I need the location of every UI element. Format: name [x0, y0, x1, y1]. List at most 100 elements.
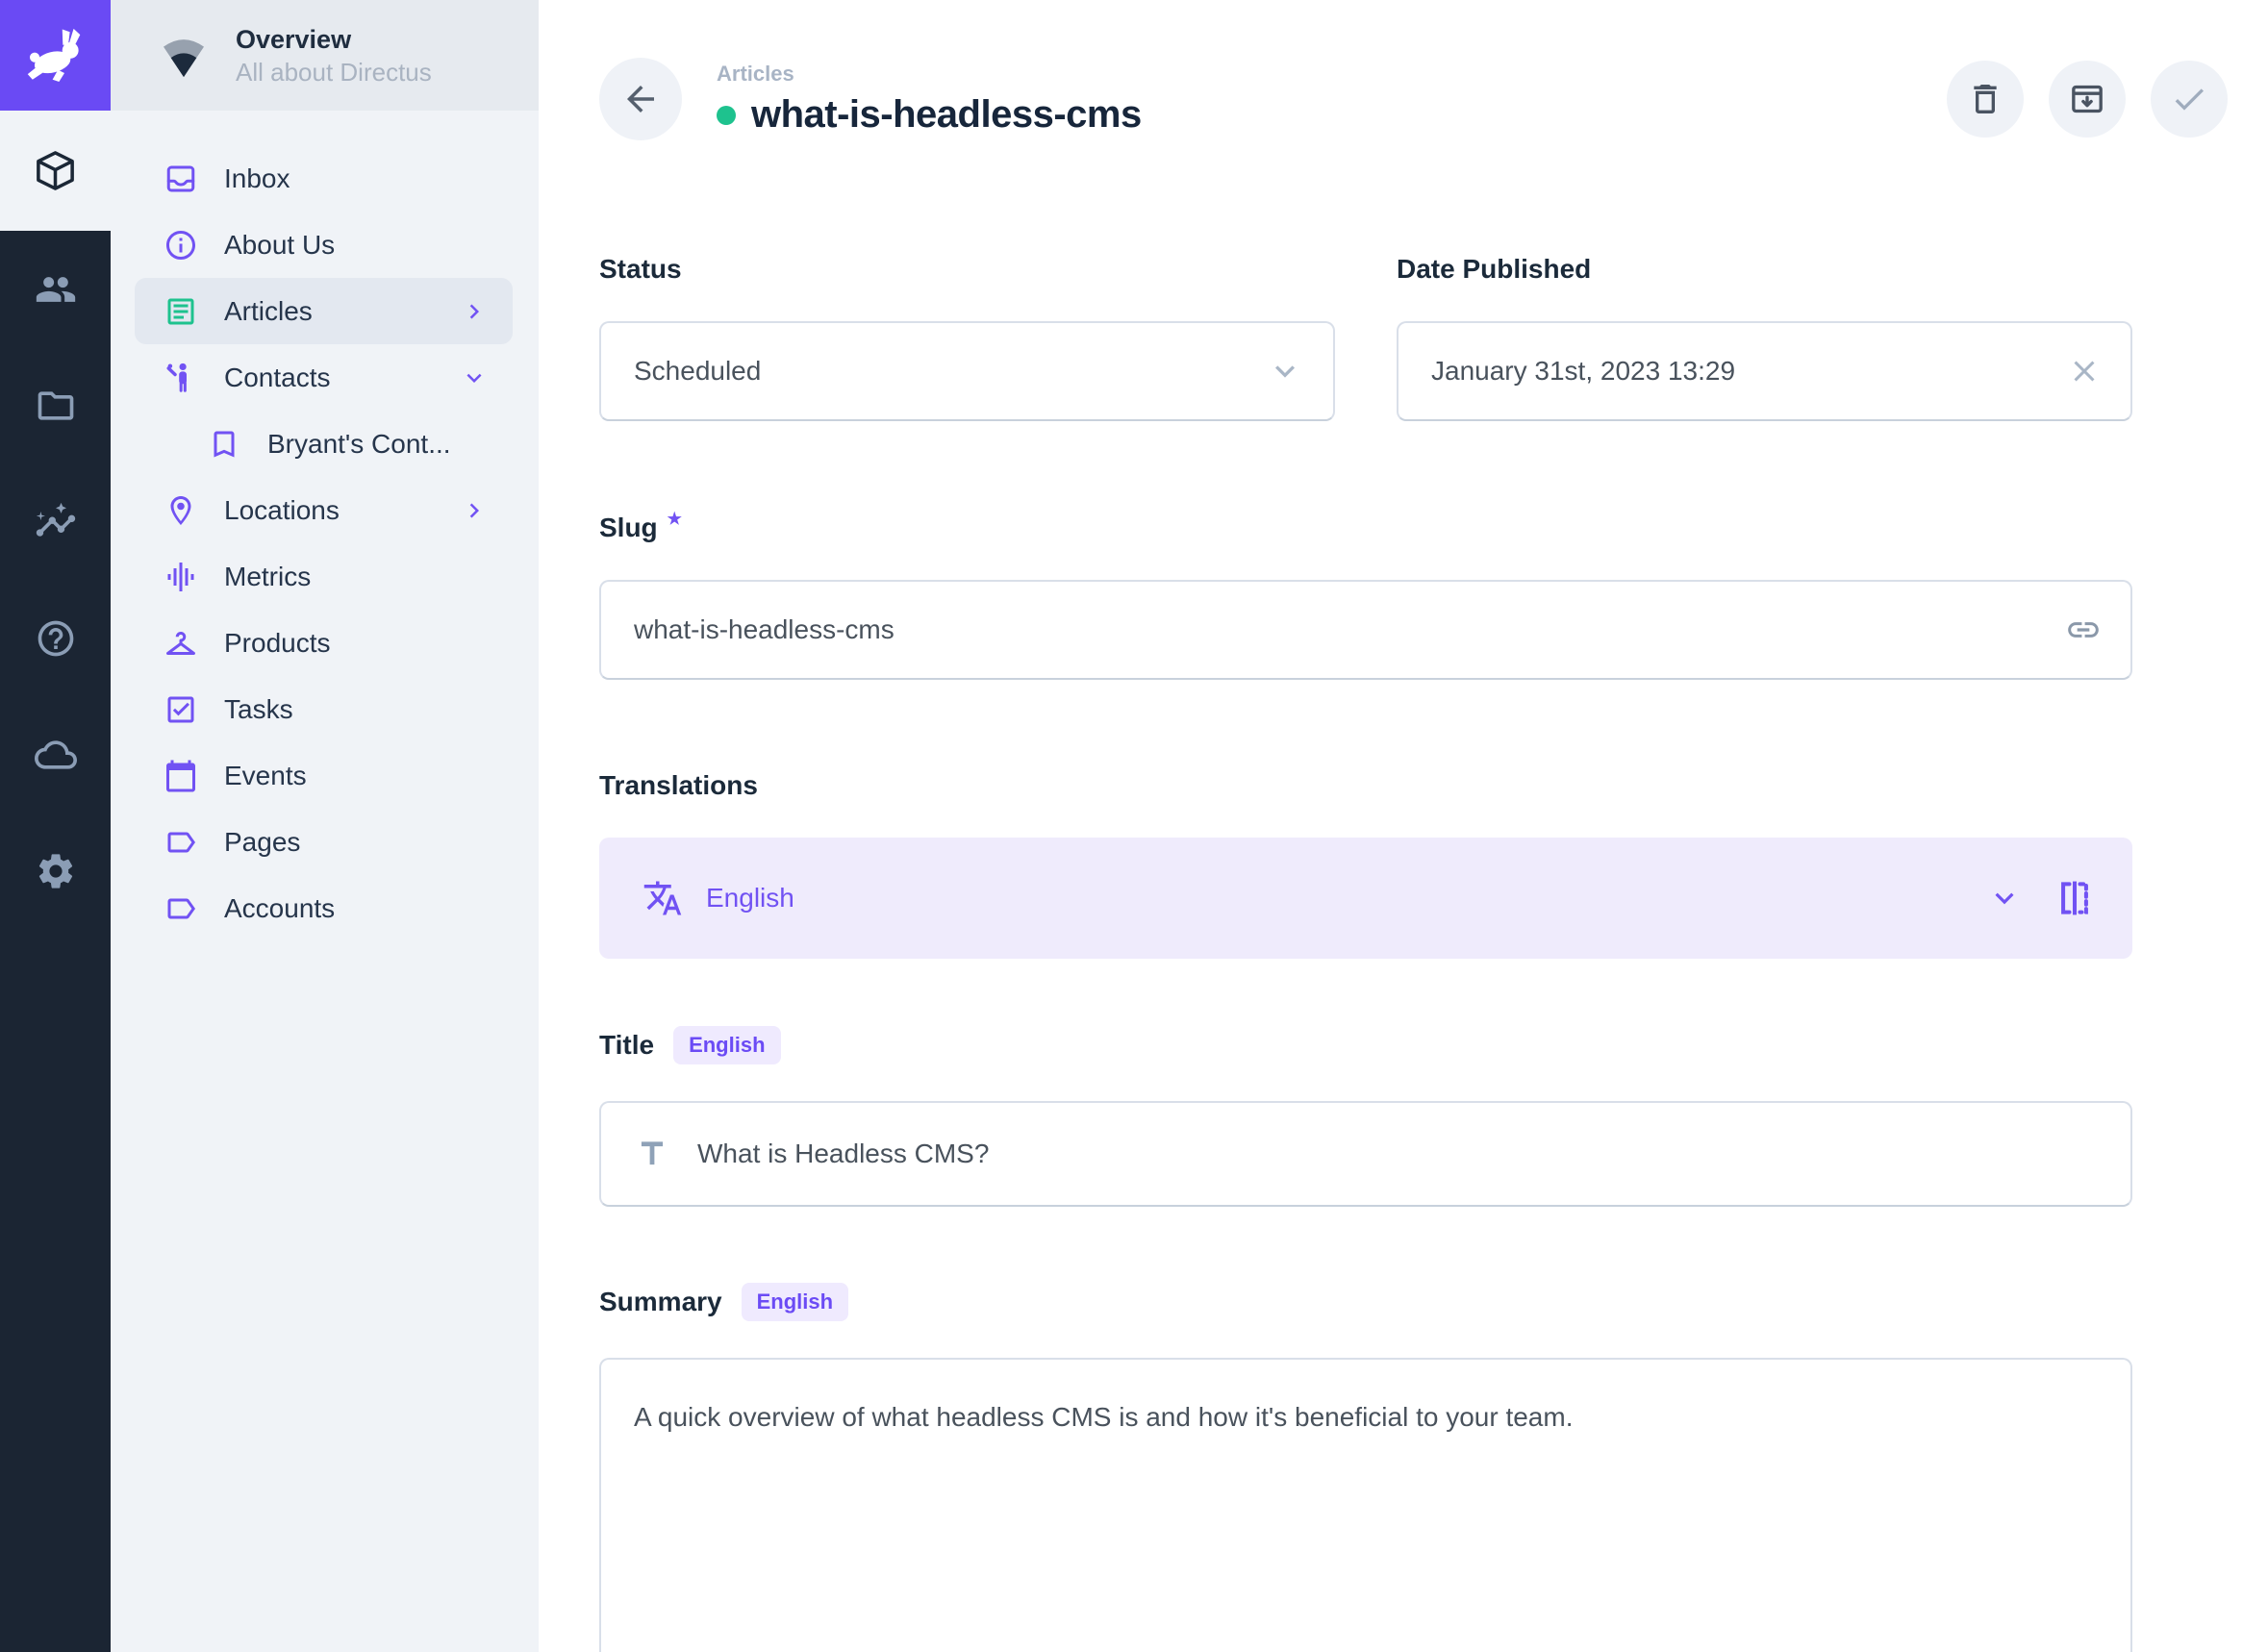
- date-published-label: Date Published: [1397, 254, 2132, 285]
- title-language-badge: English: [673, 1026, 780, 1064]
- delete-button[interactable]: [1947, 61, 2024, 138]
- translations-label: Translations: [599, 770, 2132, 801]
- header-actions: [1947, 61, 2228, 138]
- field-slug: Slug ★ what-is-headless-cms: [599, 513, 2132, 680]
- module-bar: [0, 0, 111, 1652]
- sidebar-nav: Inbox About Us Articles Contacts Bryant'…: [111, 111, 539, 941]
- required-marker: ★: [668, 504, 682, 535]
- project-title: Overview: [236, 24, 432, 55]
- help-icon: [35, 617, 77, 660]
- title-row: what-is-headless-cms: [717, 93, 1142, 137]
- label-icon: [164, 825, 198, 860]
- person-waving-icon: [164, 361, 198, 395]
- sidebar-item-label: Events: [224, 761, 307, 791]
- chevron-right-icon[interactable]: [460, 297, 489, 326]
- sidebar-header[interactable]: Overview All about Directus: [111, 0, 539, 111]
- sidebar: Overview All about Directus Inbox About …: [111, 0, 539, 1652]
- group-icon: [35, 268, 77, 311]
- app-logo[interactable]: [0, 0, 111, 111]
- clear-date-icon[interactable]: [2067, 354, 2102, 388]
- chevron-right-icon[interactable]: [460, 496, 489, 525]
- title-value: What is Headless CMS?: [697, 1139, 989, 1169]
- calendar-icon: [164, 759, 198, 793]
- sidebar-item-products[interactable]: Products: [135, 610, 513, 676]
- sidebar-item-label: Inbox: [224, 163, 290, 194]
- sidebar-item-events[interactable]: Events: [135, 742, 513, 809]
- sidebar-item-bryants-contacts[interactable]: Bryant's Cont...: [135, 411, 513, 477]
- title-label-text: Title: [599, 1030, 654, 1061]
- translate-icon: [643, 878, 683, 918]
- chevron-down-icon[interactable]: [1266, 352, 1304, 390]
- module-help[interactable]: [0, 580, 111, 696]
- sidebar-item-about-us[interactable]: About Us: [135, 212, 513, 278]
- delete-icon: [1966, 80, 2004, 118]
- field-title: Title English What is Headless CMS?: [599, 1026, 2132, 1207]
- module-cloud[interactable]: [0, 696, 111, 813]
- field-translations: Translations English: [599, 770, 2132, 959]
- check-icon: [2170, 80, 2208, 118]
- module-settings[interactable]: [0, 813, 111, 929]
- task-icon: [164, 692, 198, 727]
- translations-selector[interactable]: English: [599, 838, 2132, 959]
- insights-icon: [35, 501, 77, 543]
- sidebar-item-tasks[interactable]: Tasks: [135, 676, 513, 742]
- place-icon: [164, 493, 198, 528]
- directus-rabbit-icon: [21, 21, 90, 90]
- archive-icon: [2068, 80, 2106, 118]
- breadcrumb[interactable]: Articles: [717, 62, 1142, 87]
- page-title: what-is-headless-cms: [751, 93, 1142, 137]
- summary-label-text: Summary: [599, 1287, 722, 1317]
- title-input[interactable]: What is Headless CMS?: [599, 1101, 2132, 1207]
- sidebar-item-pages[interactable]: Pages: [135, 809, 513, 875]
- save-button[interactable]: [2151, 61, 2228, 138]
- chevron-down-icon[interactable]: [1986, 880, 2023, 916]
- date-published-input[interactable]: January 31st, 2023 13:29: [1397, 321, 2132, 421]
- link-icon[interactable]: [2065, 612, 2102, 648]
- sidebar-item-label: Locations: [224, 495, 340, 526]
- sidebar-item-label: Articles: [224, 296, 313, 327]
- sidebar-item-inbox[interactable]: Inbox: [135, 145, 513, 212]
- summary-textarea[interactable]: A quick overview of what headless CMS is…: [599, 1358, 2132, 1652]
- title-format-icon: [634, 1136, 670, 1172]
- article-icon: [164, 294, 198, 329]
- sidebar-item-contacts[interactable]: Contacts: [135, 344, 513, 411]
- title-label: Title English: [599, 1026, 2132, 1064]
- edit-form: Status Scheduled Date Published January …: [599, 254, 2132, 1652]
- label-icon: [164, 891, 198, 926]
- sidebar-item-accounts[interactable]: Accounts: [135, 875, 513, 941]
- info-icon: [164, 228, 198, 263]
- status-dot: [717, 106, 736, 125]
- page-header: Articles what-is-headless-cms: [599, 58, 2228, 140]
- status-label: Status: [599, 254, 1335, 285]
- archive-button[interactable]: [2049, 61, 2126, 138]
- settings-icon: [35, 850, 77, 892]
- arrow-back-icon: [620, 79, 661, 119]
- sidebar-item-label: Pages: [224, 827, 300, 858]
- slug-input[interactable]: what-is-headless-cms: [599, 580, 2132, 680]
- module-content[interactable]: [0, 111, 111, 231]
- expand-more-icon[interactable]: [460, 363, 489, 392]
- back-button[interactable]: [599, 58, 682, 140]
- split-view-icon[interactable]: [2054, 877, 2096, 919]
- sidebar-item-metrics[interactable]: Metrics: [135, 543, 513, 610]
- project-subtitle: All about Directus: [236, 57, 432, 88]
- sidebar-item-articles[interactable]: Articles: [135, 278, 513, 344]
- module-users[interactable]: [0, 231, 111, 347]
- form-row-status-date: Status Scheduled Date Published January …: [599, 254, 2132, 421]
- sidebar-item-label: Contacts: [224, 363, 331, 393]
- bookmark-icon: [207, 427, 241, 462]
- field-status: Status Scheduled: [599, 254, 1335, 421]
- sidebar-item-label: Metrics: [224, 562, 311, 592]
- module-bar-items: [0, 111, 111, 929]
- module-files[interactable]: [0, 347, 111, 463]
- slug-label: Slug ★: [599, 513, 2132, 543]
- status-select[interactable]: Scheduled: [599, 321, 1335, 421]
- module-insights[interactable]: [0, 463, 111, 580]
- field-summary: Summary English A quick overview of what…: [599, 1283, 2132, 1652]
- sidebar-item-locations[interactable]: Locations: [135, 477, 513, 543]
- date-published-value: January 31st, 2023 13:29: [1431, 356, 1735, 387]
- language-value: English: [706, 883, 794, 914]
- field-date-published: Date Published January 31st, 2023 13:29: [1397, 254, 2132, 421]
- project-status-icon: [157, 29, 211, 83]
- hanger-icon: [164, 626, 198, 661]
